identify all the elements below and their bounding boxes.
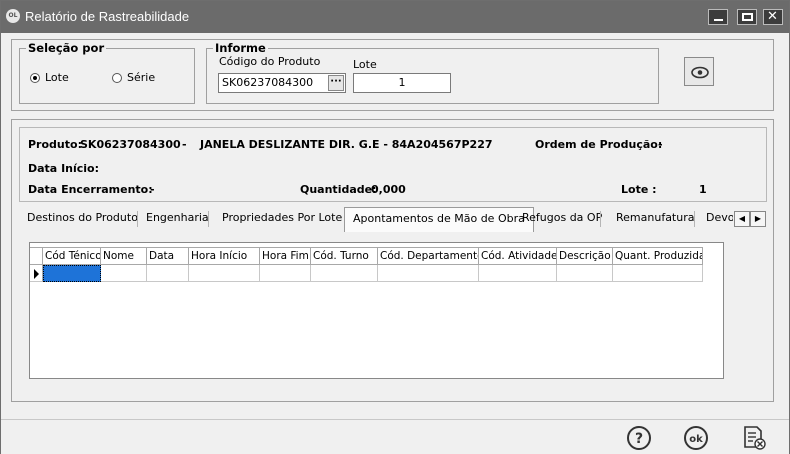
labor-grid[interactable]: Cód Ténico Nome Data Hora Início Hora Fi… xyxy=(29,242,724,379)
table-cell[interactable] xyxy=(557,265,613,282)
radio-serie[interactable]: Série xyxy=(112,71,155,84)
table-cell[interactable] xyxy=(311,265,378,282)
tab-refugos-op[interactable]: Refugos da OP xyxy=(514,207,610,229)
tab-propriedades-lote[interactable]: Propriedades Por Lote xyxy=(214,207,350,229)
help-button[interactable]: ? xyxy=(626,425,652,451)
report-window: OL Relatório de Rastreabilidade ✕ Seleçã… xyxy=(0,0,790,454)
lot-label: Lote xyxy=(353,58,377,71)
window-title: Relatório de Rastreabilidade xyxy=(25,9,190,24)
col-descricao[interactable]: Descrição xyxy=(557,247,613,265)
selection-legend: Seleção por xyxy=(28,41,105,55)
col-data[interactable]: Data xyxy=(147,247,189,265)
lot-input-value: 1 xyxy=(398,76,406,89)
browse-product-button[interactable]: ··· xyxy=(328,75,344,91)
minimize-icon xyxy=(714,19,723,21)
maximize-button[interactable] xyxy=(737,9,757,25)
ok-text: ok xyxy=(689,434,703,445)
view-button[interactable] xyxy=(684,57,714,86)
col-quant-produzida[interactable]: Quant. Produzida xyxy=(613,247,703,265)
start-date-label: Data Início: xyxy=(28,162,100,175)
footer-bar xyxy=(1,419,789,454)
table-cell[interactable] xyxy=(613,265,703,282)
row-indicator-header xyxy=(30,247,43,265)
close-report-button[interactable] xyxy=(741,425,767,451)
radio-lote-dot xyxy=(30,72,40,83)
radio-serie-dot xyxy=(112,72,122,83)
end-date-label: Data Encerramento: xyxy=(28,183,153,196)
close-icon: ✕ xyxy=(767,9,778,24)
title-bar: OL Relatório de Rastreabilidade ✕ xyxy=(1,1,789,33)
tab-devo[interactable]: Devo xyxy=(699,207,733,229)
tab-scroll-left-button[interactable]: ◀ xyxy=(734,211,750,227)
tab-remanufatura[interactable]: Remanufatura xyxy=(608,207,702,229)
radio-lote[interactable]: Lote xyxy=(30,71,69,84)
table-cell[interactable] xyxy=(147,265,189,282)
production-order-value: - xyxy=(658,138,663,151)
grid-header-row: Cód Ténico Nome Data Hora Início Hora Fi… xyxy=(30,247,703,265)
product-dash: - xyxy=(182,138,187,151)
tab-destinos-produto[interactable]: Destinos do Produto xyxy=(19,207,146,229)
quantity-label: Quantidade: xyxy=(300,183,377,196)
table-cell[interactable] xyxy=(101,265,147,282)
lot-input[interactable]: 1 xyxy=(353,73,451,93)
table-cell[interactable] xyxy=(43,265,101,282)
lot-summary-value: 1 xyxy=(699,183,707,196)
product-label: Produto: xyxy=(28,138,82,151)
col-hora-inicio[interactable]: Hora Início xyxy=(189,247,260,265)
lot-summary-label: Lote : xyxy=(621,183,657,196)
table-cell[interactable] xyxy=(378,265,479,282)
row-indicator xyxy=(30,265,43,282)
table-cell[interactable] xyxy=(260,265,311,282)
product-code-label: Código do Produto xyxy=(219,55,321,68)
product-code-input[interactable]: SK06237084300 xyxy=(218,73,346,93)
close-button[interactable]: ✕ xyxy=(763,9,783,25)
col-cod-tecnico[interactable]: Cód Ténico xyxy=(43,247,101,265)
chevron-right-icon: ▶ xyxy=(754,214,762,223)
svg-text:?: ? xyxy=(635,431,643,447)
table-cell[interactable] xyxy=(479,265,557,282)
product-code: SK06237084300 xyxy=(80,138,181,151)
chevron-left-icon: ◀ xyxy=(738,214,746,223)
tab-bar: Destinos do Produto Engenharia Proprieda… xyxy=(18,207,770,232)
tab-scroll-right-button[interactable]: ▶ xyxy=(750,211,766,227)
product-code-value: SK06237084300 xyxy=(222,76,314,89)
radio-lote-label: Lote xyxy=(45,71,69,84)
product-description: JANELA DESLIZANTE DIR. G.E - 84A204567P2… xyxy=(200,138,493,151)
radio-serie-label: Série xyxy=(127,71,156,84)
informe-legend: Informe xyxy=(215,41,266,55)
close-report-icon xyxy=(744,426,766,450)
col-hora-fim[interactable]: Hora Fim xyxy=(260,247,311,265)
tab-separator xyxy=(600,211,601,227)
app-logo-icon: OL xyxy=(6,9,20,23)
quantity-value: 0,000 xyxy=(371,183,406,196)
tab-separator xyxy=(208,211,209,227)
tab-engenharia[interactable]: Engenharia xyxy=(138,207,217,229)
ok-icon: ok xyxy=(684,426,708,450)
eye-icon xyxy=(691,66,709,79)
tab-separator xyxy=(694,211,695,227)
tab-apontamentos-mao-obra[interactable]: Apontamentos de Mão de Obra xyxy=(344,207,534,232)
col-cod-atividade[interactable]: Cód. Atividade xyxy=(479,247,557,265)
current-row-arrow-icon xyxy=(34,269,39,279)
col-nome[interactable]: Nome xyxy=(101,247,147,265)
production-order-label: Ordem de Produção: xyxy=(535,138,663,151)
end-date-value: - xyxy=(150,183,155,196)
table-cell[interactable] xyxy=(189,265,260,282)
ok-button[interactable]: ok xyxy=(683,425,709,451)
maximize-icon xyxy=(742,13,753,21)
col-cod-departamento[interactable]: Cód. Departamento xyxy=(378,247,479,265)
help-icon: ? xyxy=(627,426,651,450)
col-cod-turno[interactable]: Cód. Turno xyxy=(311,247,378,265)
table-row[interactable] xyxy=(30,265,703,282)
minimize-button[interactable] xyxy=(708,9,728,25)
